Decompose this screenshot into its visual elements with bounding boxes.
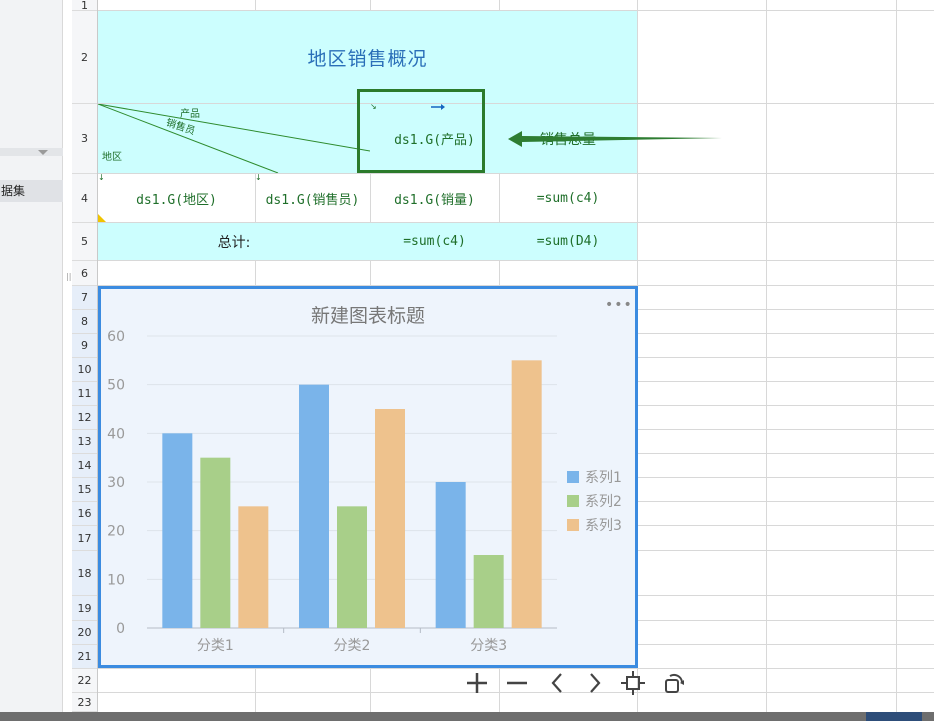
grid-line xyxy=(766,0,767,712)
legend-item[interactable]: 系列3 xyxy=(567,517,622,534)
bar-2-2 xyxy=(337,506,367,628)
dataset-panel: 据集 xyxy=(0,0,63,712)
bar-2-3 xyxy=(473,555,504,628)
diag-label-region: 地区 xyxy=(102,152,122,163)
row-header[interactable]: 3 xyxy=(72,104,97,174)
chevron-left-icon[interactable] xyxy=(542,668,572,698)
legend-swatch xyxy=(567,471,579,483)
region-cell[interactable]: ds1.G(地区) xyxy=(98,174,255,222)
legend-label: 系列2 xyxy=(585,494,622,510)
row-header[interactable]: 7 xyxy=(72,286,97,310)
product-highlight-box xyxy=(357,89,485,173)
y-tick-label: 10 xyxy=(107,572,125,588)
row-header[interactable]: 13 xyxy=(72,430,97,454)
rotate-icon[interactable] xyxy=(658,668,688,698)
plus-icon[interactable] xyxy=(462,668,492,698)
row-header[interactable]: 17 xyxy=(72,526,97,551)
row-header[interactable]: 5 xyxy=(72,223,97,261)
fit-icon[interactable] xyxy=(618,668,648,698)
panel-resize-handle[interactable]: || xyxy=(66,272,71,281)
total-sum-c4-cell[interactable]: =sum(c4) xyxy=(370,223,499,260)
legend-swatch xyxy=(567,519,579,531)
total-sum-d4-cell[interactable]: =sum(D4) xyxy=(499,223,637,260)
row-header[interactable]: 19 xyxy=(72,596,97,621)
x-tick-label: 分类3 xyxy=(470,638,507,654)
row-header[interactable]: 20 xyxy=(72,621,97,645)
row-header[interactable]: 23 xyxy=(72,693,97,712)
panel-divider[interactable] xyxy=(0,148,63,156)
row-header[interactable]: 9 xyxy=(72,334,97,358)
row-header[interactable]: 15 xyxy=(72,478,97,502)
legend-item[interactable]: 系列2 xyxy=(567,493,622,510)
bar-1-2 xyxy=(299,384,329,628)
row-header[interactable]: 8 xyxy=(72,310,97,334)
diagonal-lines xyxy=(98,104,370,173)
row-headers: 1 2 3 4 5 6 7 8 9 10 11 12 13 14 15 16 17 18 19 20 21 22 23 xyxy=(72,0,98,712)
sum-c4-cell[interactable]: =sum(c4) xyxy=(499,174,637,222)
y-tick-label: 50 xyxy=(107,378,125,394)
collapse-arrow-icon[interactable] xyxy=(38,150,48,155)
row-header[interactable]: 21 xyxy=(72,645,97,669)
row-header[interactable]: 16 xyxy=(72,502,97,526)
x-tick-label: 分类2 xyxy=(334,638,371,654)
bar-1-3 xyxy=(435,482,466,628)
y-tick-label: 30 xyxy=(107,475,125,491)
row-header[interactable]: 12 xyxy=(72,406,97,430)
total-label-cell[interactable]: 总计: xyxy=(98,223,370,260)
grid-line xyxy=(896,0,897,712)
row-header[interactable]: 22 xyxy=(72,669,97,693)
chevron-right-icon[interactable] xyxy=(580,668,610,698)
bar-2-1 xyxy=(200,457,231,628)
grid-line xyxy=(98,260,934,261)
x-tick-label: 分类1 xyxy=(197,638,234,654)
bar-chart: 0 10 20 30 40 50 60 分类1 分类2 分类3 xyxy=(107,329,557,654)
status-bar xyxy=(0,712,934,721)
row-header[interactable]: 14 xyxy=(72,454,97,478)
diagonal-header-cell[interactable]: 产品 销售员 地区 xyxy=(98,104,370,173)
salesperson-cell[interactable]: ds1.G(销售员) xyxy=(255,174,370,222)
legend-swatch xyxy=(567,495,579,507)
chart-toolbar xyxy=(462,668,698,698)
status-accent xyxy=(866,712,922,721)
dataset-tab[interactable]: 据集 xyxy=(0,180,63,202)
report-designer-window: 据集 || 1 2 3 4 5 6 7 8 9 10 11 12 13 14 15 16 17 18 19 20 21 2… xyxy=(0,0,934,721)
row-header[interactable]: 2 xyxy=(72,11,97,104)
bar-3-1 xyxy=(238,506,269,628)
y-tick-label: 20 xyxy=(107,524,125,540)
total-sales-header-cell[interactable]: 销售总量 xyxy=(499,104,637,173)
bar-1-1 xyxy=(162,433,193,628)
y-tick-label: 0 xyxy=(116,621,125,637)
row-header[interactable]: 11 xyxy=(72,382,97,406)
legend-item[interactable]: 系列1 xyxy=(567,469,622,486)
sales-cell[interactable]: ds1.G(销量) xyxy=(370,174,499,222)
row-header[interactable]: 10 xyxy=(72,358,97,382)
row-header[interactable]: 4 xyxy=(72,174,97,223)
row-header[interactable]: 6 xyxy=(72,261,97,286)
minus-icon[interactable] xyxy=(502,668,532,698)
y-tick-label: 60 xyxy=(107,329,125,345)
chart-container[interactable]: 新建图表标题 ••• 0 10 20 30 40 50 60 分类1 分类2 分类3 系列1 系列2… xyxy=(98,286,638,668)
row-header[interactable]: 1 xyxy=(72,0,97,12)
row-header[interactable]: 18 xyxy=(72,551,97,596)
legend-label: 系列1 xyxy=(585,470,622,486)
y-tick-label: 40 xyxy=(107,426,125,442)
bar-3-2 xyxy=(375,409,405,628)
legend-label: 系列3 xyxy=(585,518,622,534)
bar-3-3 xyxy=(511,360,542,628)
